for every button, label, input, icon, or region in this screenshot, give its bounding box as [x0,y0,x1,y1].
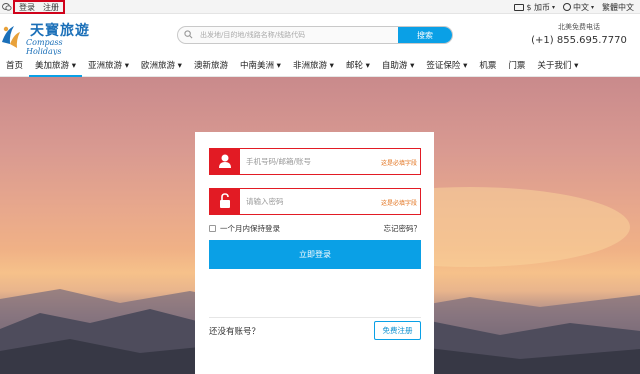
top-right-controls: $ 加币 ▾ 中文 ▾ 繁體中文 [514,0,634,14]
username-field: 这是必填字段 [209,148,421,175]
auth-links: 登录 注册 [13,0,65,14]
divider [209,317,421,318]
login-button[interactable]: 立即登录 [209,240,421,269]
register-link[interactable]: 注册 [43,2,59,13]
nav-item-asia[interactable]: 亚洲旅游 ▾ [82,55,135,77]
username-input[interactable] [246,153,376,170]
currency-icon [514,3,525,11]
phone-number: (+1) 855.695.7770 [531,35,627,46]
language-label: 中文 [572,2,589,12]
main-nav: 首页 美加旅游 ▾ 亚洲旅游 ▾ 欧洲旅游 ▾ 澳新旅游 中南美洲 ▾ 非洲旅游… [0,55,640,77]
nav-item-visa-insurance[interactable]: 签证保险 ▾ [420,55,473,77]
search-icon [184,30,193,39]
remember-me[interactable]: 一个月内保持登录 [209,223,280,234]
remember-checkbox[interactable] [209,225,216,232]
forgot-password-link[interactable]: 忘记密码？ [384,223,422,234]
user-icon [210,149,240,174]
phone-label: 北美免费电话 [558,23,600,31]
nav-item-africa[interactable]: 非洲旅游 ▾ [287,55,340,77]
currency-selector[interactable]: $ 加币 ▾ [514,2,555,13]
login-link[interactable]: 登录 [19,2,35,13]
site-logo[interactable]: 天寳旅遊 Compass Holidays [0,18,100,56]
nav-item-flights[interactable]: 机票 [473,55,502,77]
no-account-text: 还没有账号？ [209,327,261,337]
logo-chinese-text: 天寳旅遊 [30,23,90,39]
free-register-button[interactable]: 免费注册 [374,321,421,340]
nav-item-tickets[interactable]: 门票 [502,55,531,77]
remember-label: 一个月内保持登录 [220,224,280,233]
wechat-icon[interactable] [2,2,12,12]
caret-down-icon: ▾ [551,3,555,11]
logo-english-text: Compass Holidays [26,38,63,56]
currency-label: $ 加币 [526,2,550,12]
language-selector[interactable]: 中文 ▾ [562,2,594,13]
top-utility-bar: 登录 注册 $ 加币 ▾ 中文 ▾ 繁體中文 [0,0,640,14]
caret-down-icon: ▾ [590,3,594,11]
nav-item-america-canada[interactable]: 美加旅游 ▾ [29,55,82,77]
password-input[interactable] [246,193,376,210]
nav-item-cruise[interactable]: 邮轮 ▾ [340,55,376,77]
search-button[interactable]: 搜索 [398,27,452,43]
lock-icon [210,189,240,214]
traditional-chinese-link[interactable]: 繁體中文 [602,2,634,13]
username-error: 这是必填字段 [380,160,417,167]
nav-item-home[interactable]: 首页 [0,55,29,77]
nav-item-australia-nz[interactable]: 澳新旅游 [188,55,234,77]
site-header: 天寳旅遊 Compass Holidays 搜索 北美免费电话 (+1) 855… [0,14,640,56]
phone-info: 北美免费电话 (+1) 855.695.7770 [524,22,634,46]
login-card: 这是必填字段 这是必填字段 一个月内保持登录 忘记密码？ 立即登录 还没有账号？… [195,132,434,374]
password-field: 这是必填字段 [209,188,421,215]
password-error: 这是必填字段 [380,200,417,207]
globe-icon [562,3,571,11]
nav-item-about-us[interactable]: 关于我们 ▾ [531,55,584,77]
search-input[interactable] [200,27,400,43]
nav-item-europe[interactable]: 欧洲旅游 ▾ [135,55,188,77]
search-box: 搜索 [177,26,453,44]
logo-mark-icon [2,26,20,48]
nav-item-self-guided[interactable]: 自助游 ▾ [376,55,420,77]
nav-item-latin-america[interactable]: 中南美洲 ▾ [234,55,287,77]
